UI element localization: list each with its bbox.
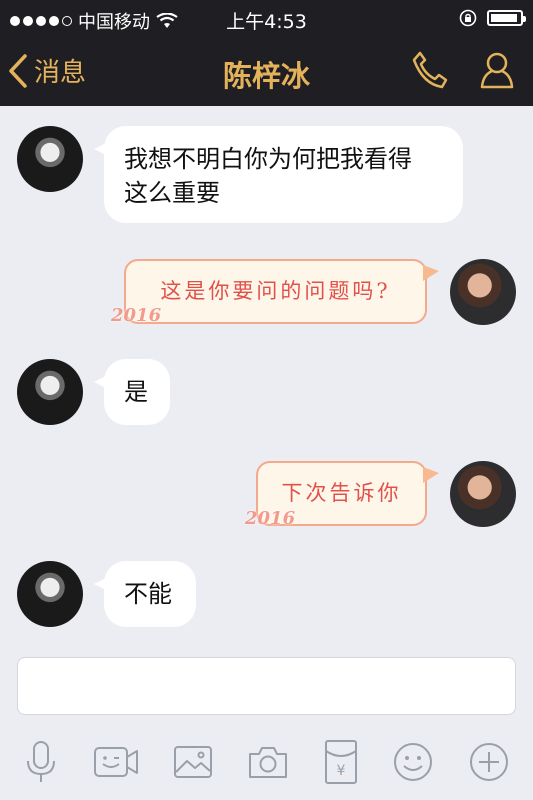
message-text: 下次告诉你 bbox=[281, 481, 402, 505]
image-icon[interactable] bbox=[173, 744, 213, 780]
plus-icon[interactable] bbox=[468, 741, 510, 783]
orientation-lock-icon bbox=[459, 9, 477, 27]
message-text-line: 这么重要 bbox=[124, 179, 220, 207]
input-toolbar: ¥ bbox=[0, 724, 533, 800]
message-bubble-incoming[interactable]: 是 bbox=[94, 359, 170, 425]
contact-avatar[interactable] bbox=[17, 359, 83, 425]
contact-avatar[interactable] bbox=[17, 126, 83, 192]
red-packet-symbol: ¥ bbox=[336, 763, 345, 779]
nav-bar: 消息 陈梓冰 bbox=[0, 38, 533, 106]
my-avatar[interactable] bbox=[450, 259, 516, 325]
bubble-decoration bbox=[423, 467, 439, 483]
profile-icon[interactable] bbox=[479, 50, 515, 90]
message-bubble-outgoing[interactable]: 这是你要问的问题吗? bbox=[124, 259, 439, 324]
nav-actions bbox=[411, 50, 515, 90]
message-text: 这是你要问的问题吗? bbox=[160, 279, 391, 303]
status-time: 上午4:53 bbox=[226, 11, 307, 33]
message-text: 不能 bbox=[124, 580, 172, 608]
status-right bbox=[459, 9, 526, 27]
bubble-decoration bbox=[423, 265, 439, 281]
chat-area[interactable]: 我想不明白你为何把我看得 这么重要 这是你要问的问题吗? 2016 是 下次告诉… bbox=[0, 106, 533, 650]
video-icon[interactable] bbox=[93, 744, 139, 780]
message-bubble-incoming[interactable]: 不能 bbox=[94, 561, 196, 627]
microphone-icon[interactable] bbox=[23, 739, 59, 785]
message-input[interactable] bbox=[17, 657, 516, 715]
emoji-icon[interactable] bbox=[392, 741, 434, 783]
message-text: 是 bbox=[124, 378, 148, 406]
message-bubble-incoming[interactable]: 我想不明白你为何把我看得 这么重要 bbox=[94, 126, 463, 223]
battery-icon bbox=[487, 10, 526, 26]
phone-icon[interactable] bbox=[411, 50, 449, 90]
red-packet-icon[interactable]: ¥ bbox=[324, 739, 358, 785]
bubble-year-badge: 2016 bbox=[111, 305, 162, 326]
camera-icon[interactable] bbox=[247, 744, 289, 780]
message-text-line: 我想不明白你为何把我看得 bbox=[124, 145, 412, 173]
my-avatar[interactable] bbox=[450, 461, 516, 527]
status-bar: 中国移动 上午4:53 bbox=[0, 0, 533, 38]
contact-avatar[interactable] bbox=[17, 561, 83, 627]
bubble-year-badge: 2016 bbox=[245, 508, 296, 529]
